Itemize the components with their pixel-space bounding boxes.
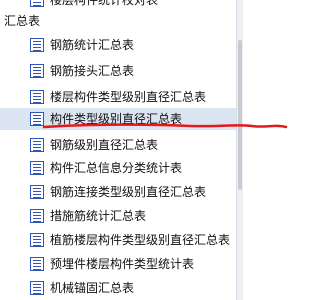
tree-item[interactable]: 构件汇总信息分类统计表 [0,157,236,179]
tree-group-summary[interactable]: 汇总表 [0,10,236,32]
document-icon [30,233,44,247]
tree-item[interactable]: 预埋件楼层构件类型统计表 [0,253,236,275]
tree-item[interactable]: 机械锚固汇总表 [0,277,236,299]
document-icon [30,112,44,126]
tree-item-label: 构件汇总信息分类统计表 [50,161,183,175]
document-icon [30,0,44,7]
tree-item[interactable]: 钢筋接头汇总表 [0,60,236,82]
tree-item[interactable]: 措施筋统计汇总表 [0,205,236,227]
document-icon [30,64,44,78]
tree-item[interactable]: 楼层构件类型级别直径汇总表 [0,86,236,108]
tree-item[interactable]: 钢筋级别直径汇总表 [0,134,236,156]
tree-item-label: 钢筋级别直径汇总表 [50,138,159,152]
tree-item[interactable]: 钢筋连接类型级别直径汇总表 [0,181,236,203]
document-icon [30,281,44,295]
tree-item-label: 楼层构件类型级别直径汇总表 [50,90,207,104]
tree-item[interactable]: 植筋楼层构件类型级别直径汇总表 [0,229,236,251]
tree-item-label: 预埋件楼层构件类型统计表 [50,257,195,271]
document-icon [30,138,44,152]
tree-item-label: 植筋楼层构件类型级别直径汇总表 [50,233,231,247]
tree-item-label: 钢筋连接类型级别直径汇总表 [50,185,207,199]
document-icon [30,185,44,199]
document-icon [30,257,44,271]
content-pane [243,0,322,300]
tree-item-label: 钢筋统计汇总表 [50,38,135,52]
tree-item-selected[interactable]: 构件类型级别直径汇总表 [0,108,236,130]
scrollbar-thumb[interactable] [238,40,242,190]
tree-item-label: 钢筋接头汇总表 [50,64,135,78]
document-icon [30,90,44,104]
document-icon [30,161,44,175]
report-tree: 楼层构件统计校对表 汇总表 钢筋统计汇总表 钢筋接头汇总表 楼层构件类型级别直径… [0,0,236,300]
document-icon [30,209,44,223]
tree-item-label: 机械锚固汇总表 [50,281,135,295]
tree-item[interactable]: 钢筋统计汇总表 [0,34,236,56]
tree-group-label: 汇总表 [4,14,41,28]
document-icon [30,38,44,52]
vertical-scrollbar[interactable] [236,0,243,300]
tree-item-label: 措施筋统计汇总表 [50,209,147,223]
tree-item-label: 构件类型级别直径汇总表 [50,112,183,126]
